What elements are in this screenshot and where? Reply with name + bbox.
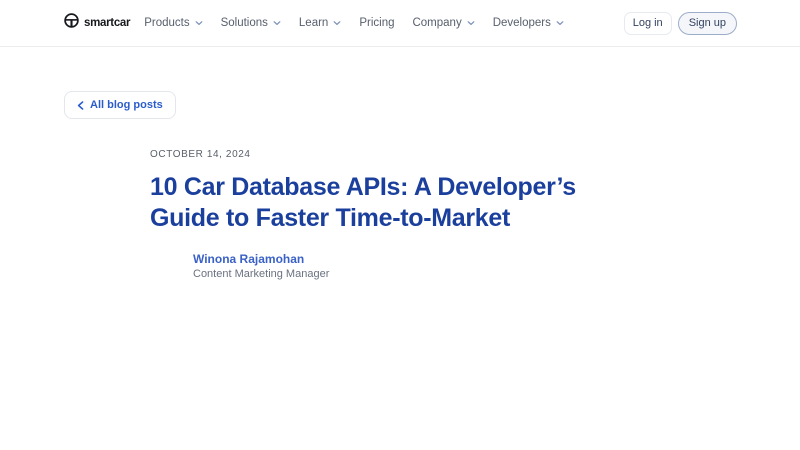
logo-wordmark: smartcar [84, 17, 131, 29]
blog-post-header: All blog posts OCTOBER 14, 2024 10 Car D… [0, 47, 800, 280]
chevron-left-icon [77, 100, 84, 110]
back-link-label: All blog posts [90, 99, 163, 111]
nav-actions: Log in Sign up [623, 11, 737, 35]
steering-wheel-icon [64, 13, 79, 33]
chevron-down-icon [556, 19, 564, 27]
chevron-down-icon [333, 19, 341, 27]
nav-item-label: Developers [492, 17, 551, 29]
nav-item-label: Learn [298, 17, 329, 29]
smartcar-logo[interactable]: smartcar [64, 13, 131, 33]
nav-menu: Products Solutions Learn Pricing Company [144, 17, 564, 29]
top-navigation: smartcar Products Solutions Learn Pricin… [0, 0, 800, 47]
post-title: 10 Car Database APIs: A Developer’s Guid… [150, 173, 576, 232]
nav-item-solutions[interactable]: Solutions [221, 17, 281, 29]
nav-item-pricing[interactable]: Pricing [359, 17, 394, 29]
all-blog-posts-button[interactable]: All blog posts [64, 91, 176, 119]
nav-item-label: Solutions [220, 17, 268, 29]
chevron-down-icon [273, 19, 281, 27]
nav-item-developers[interactable]: Developers [493, 17, 564, 29]
nav-item-label: Pricing [359, 17, 395, 29]
author-role: Content Marketing Manager [193, 268, 330, 280]
nav-item-learn[interactable]: Learn [299, 17, 341, 29]
post-date: OCTOBER 14, 2024 [150, 149, 251, 160]
nav-item-label: Company [412, 17, 462, 29]
article-header: OCTOBER 14, 2024 10 Car Database APIs: A… [150, 149, 800, 280]
chevron-down-icon [195, 19, 203, 27]
chevron-down-icon [467, 19, 475, 27]
author-name-link[interactable]: Winona Rajamohan [193, 252, 800, 266]
nav-item-products[interactable]: Products [144, 17, 203, 29]
nav-item-company[interactable]: Company [412, 17, 475, 29]
author-block: Winona Rajamohan Content Marketing Manag… [193, 252, 800, 280]
signup-button[interactable]: Sign up [677, 11, 737, 35]
nav-item-label: Products [144, 17, 190, 29]
login-button[interactable]: Log in [623, 11, 672, 35]
